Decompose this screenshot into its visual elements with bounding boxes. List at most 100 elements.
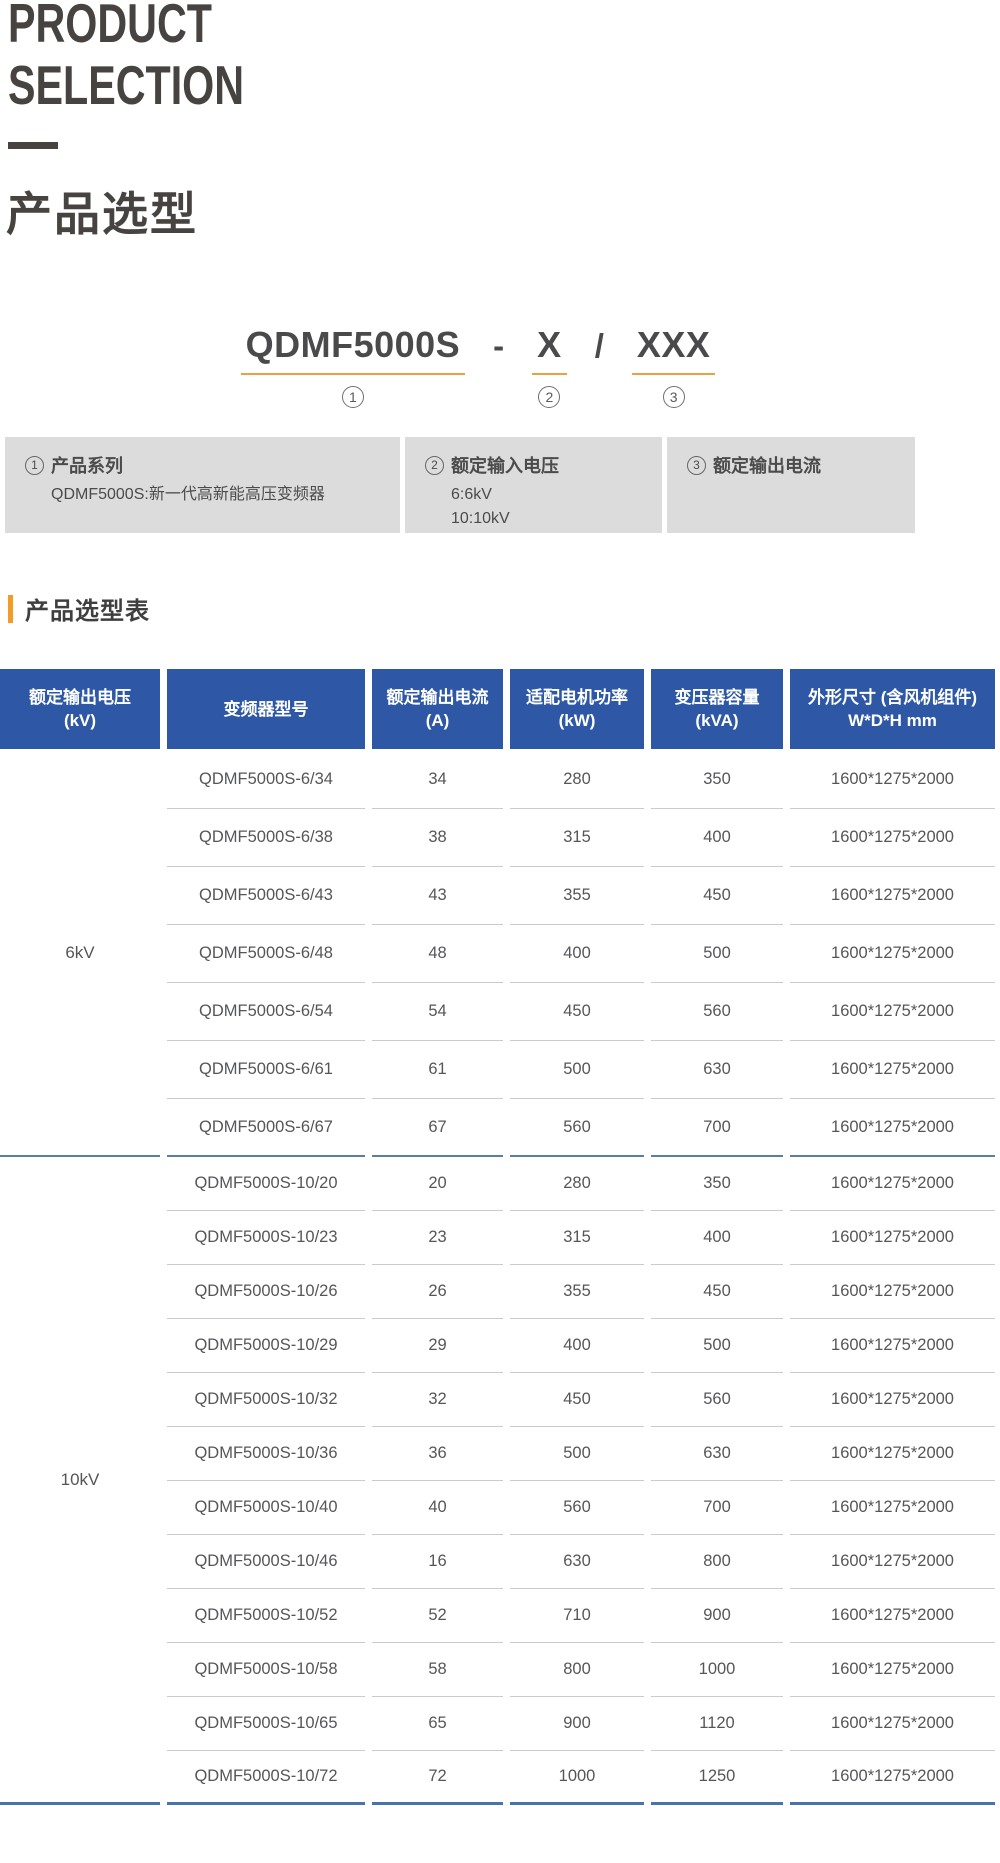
table-section: 10kVQDMF5000S-10/20202803501600*1275*200… — [0, 1157, 995, 1805]
table-cell: 700 — [651, 1099, 783, 1157]
table-cell: 1600*1275*2000 — [790, 1319, 995, 1373]
table-cell: QDMF5000S-10/23 — [167, 1211, 365, 1265]
legend-box-line: 10:10kV — [451, 507, 662, 530]
column-header-dimensions: 外形尺寸 (含风机组件) W*D*H mm — [790, 669, 995, 749]
table-cell: 1600*1275*2000 — [790, 1041, 995, 1099]
marker-3-icon: 3 — [663, 386, 685, 408]
table-cell: 1600*1275*2000 — [790, 1697, 995, 1751]
table-cell: QDMF5000S-10/65 — [167, 1697, 365, 1751]
table-cell: 315 — [510, 809, 644, 867]
table-cell: 450 — [651, 867, 783, 925]
table-cell: 1600*1275*2000 — [790, 1265, 995, 1319]
table-cell: 1600*1275*2000 — [790, 1535, 995, 1589]
table-cell: 900 — [651, 1589, 783, 1643]
legend-box-line: QDMF5000S:新一代高新能高压变频器 — [51, 483, 400, 506]
table-cell: 1600*1275*2000 — [790, 1751, 995, 1805]
model-code-segment-series: QDMF5000S 1 — [241, 324, 466, 408]
table-cell: 315 — [510, 1211, 644, 1265]
table-cell: 350 — [651, 751, 783, 809]
table-cell: QDMF5000S-10/32 — [167, 1373, 365, 1427]
table-cell: 400 — [510, 1319, 644, 1373]
table-cell: QDMF5000S-6/38 — [167, 809, 365, 867]
section-title-text: 产品选型表 — [25, 591, 150, 626]
table-cell: 1600*1275*2000 — [790, 1643, 995, 1697]
table-cell: 355 — [510, 1265, 644, 1319]
table-cell: QDMF5000S-6/61 — [167, 1041, 365, 1099]
marker-2-icon: 2 — [425, 456, 444, 475]
table-cell: 560 — [651, 1373, 783, 1427]
page-title-zh: 产品选型 — [6, 178, 198, 244]
table-cell: QDMF5000S-10/52 — [167, 1589, 365, 1643]
column-header-transformer-capacity: 变压器容量 (kVA) — [651, 669, 783, 749]
table-cell: 450 — [651, 1265, 783, 1319]
table-cell: 52 — [372, 1589, 503, 1643]
column-header-model: 变频器型号 — [167, 669, 365, 749]
table-cell: 400 — [651, 809, 783, 867]
table-cell: 43 — [372, 867, 503, 925]
marker-1-icon: 1 — [25, 456, 44, 475]
table-cell: 72 — [372, 1751, 503, 1805]
table-cell: QDMF5000S-10/72 — [167, 1751, 365, 1805]
table-cell: 630 — [651, 1427, 783, 1481]
table-cell: 500 — [651, 1319, 783, 1373]
product-selection-table: 额定输出电压 (kV) 变频器型号 额定输出电流 (A) 适配电机功率 (kW)… — [0, 669, 995, 1805]
legend-box-title-text: 额定输出电流 — [713, 452, 821, 478]
table-cell: 400 — [651, 1211, 783, 1265]
marker-3-icon: 3 — [687, 456, 706, 475]
table-cell: 900 — [510, 1697, 644, 1751]
model-voltage-text: X — [532, 324, 567, 375]
table-cell: 1600*1275*2000 — [790, 1589, 995, 1643]
table-cell: 400 — [510, 925, 644, 983]
table-cell: QDMF5000S-10/58 — [167, 1643, 365, 1697]
table-cell: 500 — [651, 925, 783, 983]
table-cell: 16 — [372, 1535, 503, 1589]
table-cell: 1600*1275*2000 — [790, 1211, 995, 1265]
table-cell: QDMF5000S-10/29 — [167, 1319, 365, 1373]
table-cell: 500 — [510, 1427, 644, 1481]
marker-1-icon: 1 — [342, 386, 364, 408]
table-cell: 20 — [372, 1157, 503, 1211]
page-title-en: PRODUCT SELECTION — [8, 0, 244, 116]
table-cell: QDMF5000S-6/43 — [167, 867, 365, 925]
table-cell: 1250 — [651, 1751, 783, 1805]
voltage-group-label: 10kV — [0, 1157, 160, 1805]
selection-table-section-header: 产品选型表 — [8, 591, 150, 626]
table-cell: QDMF5000S-10/46 — [167, 1535, 365, 1589]
table-cell: 58 — [372, 1643, 503, 1697]
table-cell: 32 — [372, 1373, 503, 1427]
table-cell: 1600*1275*2000 — [790, 1373, 995, 1427]
legend-box-product-series: 1 产品系列 QDMF5000S:新一代高新能高压变频器 — [5, 437, 400, 533]
legend-box-input-voltage: 2 额定输入电压 6:6kV 10:10kV — [405, 437, 662, 533]
model-series-text: QDMF5000S — [241, 324, 466, 375]
table-cell: QDMF5000S-10/26 — [167, 1265, 365, 1319]
column-header-output-voltage: 额定输出电压 (kV) — [0, 669, 160, 749]
table-body: 6kVQDMF5000S-6/34342803501600*1275*2000Q… — [0, 751, 995, 1805]
table-cell: 630 — [651, 1041, 783, 1099]
table-cell: 560 — [651, 983, 783, 1041]
table-cell: 1600*1275*2000 — [790, 1157, 995, 1211]
table-cell: 1600*1275*2000 — [790, 983, 995, 1041]
table-section: 6kVQDMF5000S-6/34342803501600*1275*2000Q… — [0, 751, 995, 1157]
table-cell: QDMF5000S-10/20 — [167, 1157, 365, 1211]
table-cell: 1600*1275*2000 — [790, 1481, 995, 1535]
model-code-segment-voltage: X 2 — [532, 324, 567, 408]
table-cell: 1600*1275*2000 — [790, 751, 995, 809]
table-cell: 1000 — [510, 1751, 644, 1805]
table-cell: 34 — [372, 751, 503, 809]
table-cell: QDMF5000S-10/40 — [167, 1481, 365, 1535]
table-cell: 40 — [372, 1481, 503, 1535]
table-cell: 48 — [372, 925, 503, 983]
table-cell: 500 — [510, 1041, 644, 1099]
marker-2-icon: 2 — [538, 386, 560, 408]
model-code-segment-current: XXX 3 — [632, 324, 716, 408]
table-cell: 800 — [510, 1643, 644, 1697]
table-cell: 38 — [372, 809, 503, 867]
table-cell: 1000 — [651, 1643, 783, 1697]
model-code-separator: - — [493, 324, 504, 365]
table-cell: 450 — [510, 983, 644, 1041]
column-header-motor-power: 适配电机功率 (kW) — [510, 669, 644, 749]
table-cell: 280 — [510, 1157, 644, 1211]
table-cell: 710 — [510, 1589, 644, 1643]
table-cell: 67 — [372, 1099, 503, 1157]
table-cell: QDMF5000S-6/48 — [167, 925, 365, 983]
